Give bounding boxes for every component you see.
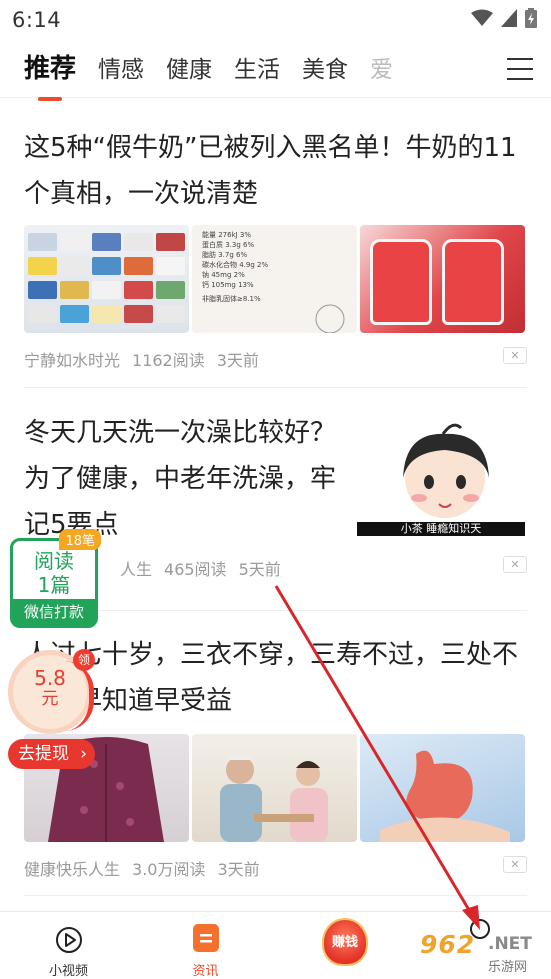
- withdraw-label: 去提现: [18, 744, 69, 764]
- yogurt-cups-image: [360, 225, 525, 333]
- wifi-icon: [471, 9, 493, 31]
- image-caption: 小茶 睡瘾知识天: [357, 522, 525, 536]
- divider: [24, 387, 527, 388]
- watermark-suffix: .NET: [488, 934, 532, 954]
- nutrition-row: 蛋白质 3.3g 6%: [202, 240, 254, 249]
- tab-food[interactable]: 美食: [302, 50, 348, 88]
- article-meta: 人生 465阅读 5天前 ✕: [24, 556, 527, 580]
- watermark-main: 962: [420, 930, 476, 959]
- status-icons: [471, 8, 537, 32]
- nutrition-row: 能量 276kJ 3%: [202, 230, 251, 239]
- status-bar: 6:14: [0, 0, 551, 40]
- nutrition-label-image: 能量 276kJ 3% 蛋白质 3.3g 6% 脂肪 3.7g 6% 碳水化合物 4.…: [192, 225, 357, 333]
- stomach-illustration-image: [360, 734, 525, 842]
- article-time: 3天前: [217, 860, 260, 879]
- nav-earn[interactable]: 赚钱: [274, 912, 411, 979]
- reward-timer[interactable]: 5.8 元 领: [8, 649, 95, 734]
- cartoon-girl-image: 小茶 睡瘾知识天: [357, 420, 525, 536]
- play-circle-icon: [56, 927, 82, 953]
- dismiss-icon[interactable]: ✕: [503, 347, 527, 364]
- nav-news[interactable]: 资讯: [137, 912, 274, 979]
- article-meta: 健康快乐人生 3.0万阅读 3天前 ✕: [24, 856, 527, 880]
- article-reads: 3.0万阅读: [132, 860, 206, 879]
- elderly-family-image: [192, 734, 357, 842]
- nutrition-row: 脂肪 3.7g 6%: [202, 250, 247, 259]
- tab-life[interactable]: 生活: [234, 50, 280, 88]
- nav-label: 资讯: [192, 964, 219, 979]
- nav-short-video[interactable]: 小视频: [0, 912, 137, 979]
- chevron-right-icon: ›: [80, 744, 87, 764]
- divider: [24, 895, 527, 896]
- category-tabs: 推荐 情感 健康 生活 美食 爱: [0, 40, 551, 101]
- article-title[interactable]: 这5种“假牛奶”已被列入黑名单！牛奶的11个真相，一次说清楚: [24, 125, 527, 217]
- tab-recommend[interactable]: 推荐: [24, 48, 76, 101]
- tab-health[interactable]: 健康: [166, 50, 212, 88]
- article-thumbnails: [24, 734, 527, 842]
- menu-icon[interactable]: [507, 58, 533, 80]
- nutrition-row: 钙 105mg 13%: [202, 280, 254, 289]
- article-thumbnails: 能量 276kJ 3% 蛋白质 3.3g 6% 脂肪 3.7g 6% 碳水化合物 4.…: [24, 225, 527, 333]
- withdraw-button[interactable]: 去提现 ›: [8, 739, 95, 769]
- claim-tag[interactable]: 领: [73, 649, 95, 671]
- nutrition-row: 钠 45mg 2%: [202, 270, 245, 279]
- divider: [24, 610, 527, 611]
- nav-label: 小视频: [48, 964, 88, 979]
- article-card[interactable]: 人过七十岁，三衣不穿，三寿不过，三处不去，早知道早受益 健康快乐人生 3.0万阅…: [24, 632, 527, 880]
- article-time: 3天前: [216, 351, 259, 370]
- article-reads: 1162阅读: [132, 351, 205, 370]
- badge-footer: 微信打款: [13, 599, 95, 625]
- site-watermark: 962 .NET 乐游网: [412, 926, 548, 976]
- badge-line-1: 阅读: [34, 549, 74, 573]
- dismiss-icon[interactable]: ✕: [503, 556, 527, 573]
- watermark-sub: 乐游网: [488, 960, 528, 975]
- payout-count-badge: 18笔: [59, 529, 101, 550]
- article-title[interactable]: 人过七十岁，三衣不穿，三寿不过，三处不去，早知道早受益: [24, 632, 527, 724]
- nutrition-note: 非脂乳固体≥8.1%: [202, 294, 261, 303]
- article-title[interactable]: 冬天几天洗一次澡比较好？为了健康，中老年洗澡，牢记5要点: [24, 410, 339, 548]
- article-time: 5天前: [238, 560, 281, 579]
- article-reads: 465阅读: [164, 560, 227, 579]
- tab-emotion[interactable]: 情感: [98, 50, 144, 88]
- status-time: 6:14: [12, 8, 62, 32]
- article-source: 健康快乐人生: [24, 860, 121, 879]
- article-meta: 宁静如水时光 1162阅读 3天前 ✕: [24, 347, 527, 371]
- news-icon: [193, 924, 219, 952]
- article-source: 人生: [120, 560, 153, 579]
- battery-icon: [525, 8, 537, 32]
- supermarket-shelf-image: [24, 225, 189, 333]
- signal-icon: [501, 9, 517, 31]
- article-source: 宁静如水时光: [24, 351, 121, 370]
- money-bag-icon: 赚钱: [322, 918, 368, 966]
- dismiss-icon[interactable]: ✕: [503, 856, 527, 873]
- tab-love[interactable]: 爱: [370, 50, 394, 88]
- reading-task-badge[interactable]: 18笔 阅读 1篇 微信打款: [10, 529, 101, 628]
- article-card[interactable]: 这5种“假牛奶”已被列入黑名单！牛奶的11个真相，一次说清楚 能量 276kJ …: [24, 125, 527, 371]
- badge-line-2: 1篇: [37, 573, 71, 597]
- nutrition-row: 碳水化合物 4.9g 2%: [202, 260, 268, 269]
